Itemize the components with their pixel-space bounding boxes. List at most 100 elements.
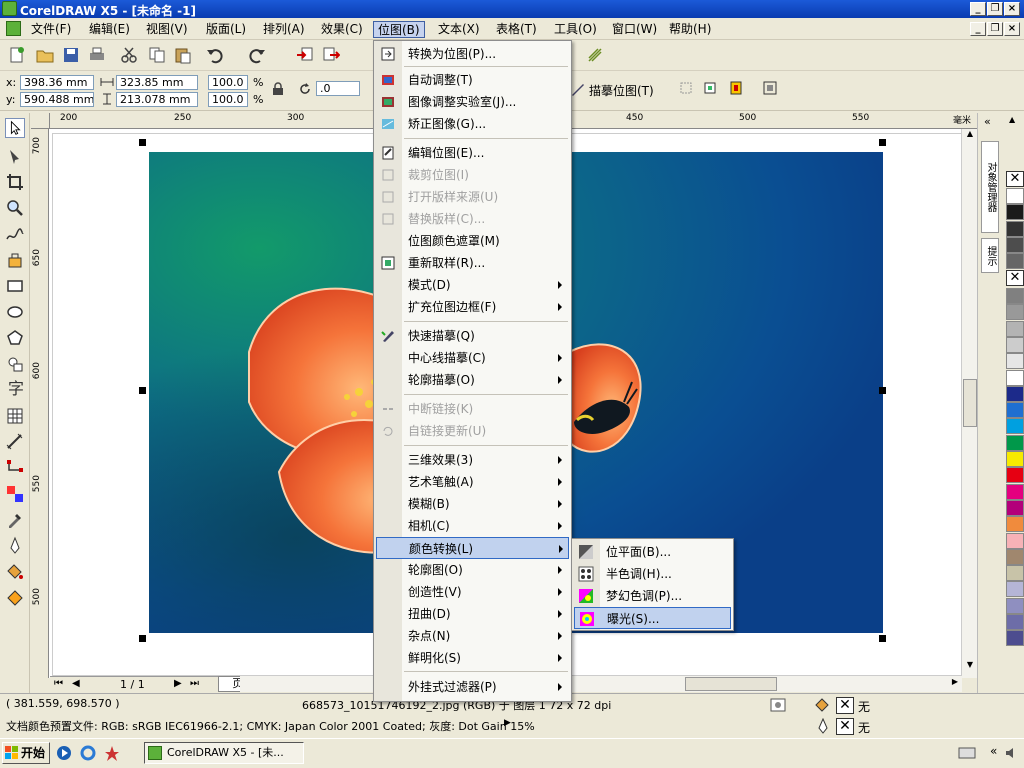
palette-swatch[interactable]	[1006, 614, 1024, 630]
volume-icon[interactable]	[1004, 745, 1020, 761]
zoom-tool-icon[interactable]	[5, 198, 25, 218]
palette-swatch[interactable]	[1006, 220, 1024, 237]
rotation-input[interactable]: .0	[316, 81, 360, 96]
bitmap-menu-item[interactable]: 矫正图像(G)...	[376, 113, 569, 135]
palette-swatch[interactable]	[1006, 320, 1024, 337]
palette-swatch[interactable]	[1006, 204, 1024, 221]
bitmap-menu-item[interactable]: 颜色转换(L)	[376, 537, 569, 559]
shape-tool-icon[interactable]	[5, 146, 25, 166]
color-profile-info[interactable]: 文档颜色预置文件: RGB: sRGB IEC61966-2.1; CMYK: …	[6, 718, 535, 734]
bitmap-menu-item[interactable]: 模糊(B)	[376, 493, 569, 515]
palette-swatch[interactable]	[1006, 581, 1024, 598]
table-tool-icon[interactable]	[5, 406, 25, 426]
quick-launch-app-icon[interactable]	[104, 745, 120, 761]
lock-ratio-icon[interactable]	[272, 82, 284, 96]
palette-swatch[interactable]	[1006, 288, 1024, 304]
bitmap-menu-item[interactable]: 自动调整(T)	[376, 69, 569, 91]
palette-swatch[interactable]	[1006, 418, 1024, 435]
height-input[interactable]: 213.078 mm	[116, 92, 198, 107]
internet-explorer-icon[interactable]	[80, 745, 96, 761]
minimize-button[interactable]: _	[970, 2, 986, 16]
paste-icon[interactable]	[174, 46, 192, 64]
bitmap-menu-item[interactable]: 创造性(V)	[376, 581, 569, 603]
print-icon[interactable]	[88, 46, 106, 64]
bitmap-menu-item[interactable]: 模式(D)	[376, 274, 569, 296]
palette-swatch[interactable]	[1006, 548, 1024, 565]
copy-icon[interactable]	[148, 46, 166, 64]
taskbar-coreldraw-button[interactable]: CorelDRAW X5 - [未...	[144, 742, 304, 764]
horizontal-scroll-thumb[interactable]	[685, 677, 777, 691]
palette-swatch[interactable]	[1006, 467, 1024, 484]
palette-swatch[interactable]	[1006, 353, 1024, 370]
palette-swatch[interactable]	[1006, 630, 1024, 647]
menu-text[interactable]: 文本(X)	[434, 21, 484, 38]
scale-y-input[interactable]: 100.0	[208, 92, 248, 107]
bitmap-menu-item[interactable]: 三维效果(3)	[376, 449, 569, 471]
menu-layout[interactable]: 版面(L)	[202, 21, 250, 38]
resample-icon[interactable]	[702, 80, 718, 96]
export-icon[interactable]	[322, 46, 340, 64]
palette-swatch[interactable]	[1006, 516, 1024, 533]
menu-tools[interactable]: 工具(O)	[550, 21, 601, 38]
doc-close-button[interactable]: ×	[1004, 22, 1020, 36]
text-tool-icon[interactable]: 字	[5, 378, 25, 398]
hints-tab[interactable]: 提示	[981, 238, 999, 273]
interactive-fill-icon[interactable]	[5, 588, 25, 608]
next-page-icon[interactable]: ▶	[174, 678, 182, 689]
bitmap-frame-icon[interactable]	[762, 80, 778, 96]
ellipse-tool-icon[interactable]	[5, 302, 25, 322]
last-page-icon[interactable]: ⏭	[190, 678, 199, 689]
maximize-button[interactable]: ❐	[987, 2, 1003, 16]
palette-swatch[interactable]	[1006, 483, 1024, 500]
docker-collapse-icon[interactable]: «	[984, 115, 991, 128]
scroll-up-arrow-icon[interactable]: ▲	[963, 129, 977, 143]
undo-icon[interactable]	[206, 46, 224, 64]
bitmap-menu-item[interactable]: 轮廓描摹(O)	[376, 369, 569, 391]
color-submenu-item[interactable]: 曝光(S)...	[574, 607, 731, 629]
new-document-icon[interactable]	[8, 46, 26, 64]
bitmap-menu-item[interactable]: 转换为位图(P)...	[376, 43, 569, 65]
save-icon[interactable]	[62, 46, 80, 64]
media-player-icon[interactable]	[56, 745, 72, 761]
palette-swatch[interactable]	[1006, 565, 1024, 582]
no-color-swatch-icon[interactable]: ✕	[1006, 171, 1024, 187]
x-position-input[interactable]: 398.36 mm	[20, 75, 94, 90]
palette-swatch[interactable]	[1006, 532, 1024, 549]
bitmap-menu-item[interactable]: 快速描摹(Q)	[376, 325, 569, 347]
vertical-scrollbar[interactable]: ▲ ▼	[961, 129, 977, 678]
selection-handle[interactable]	[879, 635, 886, 642]
selection-handle[interactable]	[139, 387, 146, 394]
palette-swatch[interactable]	[1006, 188, 1024, 204]
bitmap-menu-item[interactable]: 艺术笔触(A)	[376, 471, 569, 493]
selection-handle[interactable]	[139, 635, 146, 642]
scale-x-input[interactable]: 100.0	[208, 75, 248, 90]
crop-tool-icon[interactable]	[5, 172, 25, 192]
selection-handle[interactable]	[879, 387, 886, 394]
freehand-tool-icon[interactable]	[5, 224, 25, 244]
open-folder-icon[interactable]	[36, 46, 54, 64]
menu-table[interactable]: 表格(T)	[492, 21, 541, 38]
bitmap-menu-item[interactable]: 扩充位图边框(F)	[376, 296, 569, 318]
keyboard-icon[interactable]	[958, 746, 976, 760]
palette-swatch[interactable]	[1006, 434, 1024, 451]
palette-swatch[interactable]	[1006, 402, 1024, 419]
connector-tool-icon[interactable]	[5, 458, 25, 478]
pick-tool-icon[interactable]	[5, 118, 25, 138]
title-bar[interactable]: CorelDRAW X5 - [未命名 -1] _ ❐ ×	[0, 0, 1024, 18]
bitmap-menu-item[interactable]: 鲜明化(S)	[376, 647, 569, 669]
vertical-scroll-thumb[interactable]	[963, 379, 977, 427]
bitmap-menu-item[interactable]: 轮廓图(O)	[376, 559, 569, 581]
cut-icon[interactable]	[120, 46, 138, 64]
vertical-ruler[interactable]: 700 650 600 550 500	[31, 129, 49, 678]
no-color-swatch-2-icon[interactable]: ✕	[1006, 270, 1024, 286]
doc-minimize-button[interactable]: _	[970, 22, 986, 36]
menu-file[interactable]: 文件(F)	[27, 21, 75, 38]
palette-swatch[interactable]	[1006, 597, 1024, 614]
palette-swatch[interactable]	[1006, 499, 1024, 516]
bitmap-menu-item[interactable]: 位图颜色遮罩(M)	[376, 230, 569, 252]
redo-icon[interactable]	[248, 46, 266, 64]
bitmap-menu-item[interactable]: 杂点(N)	[376, 625, 569, 647]
color-submenu-item[interactable]: 半色调(H)...	[574, 563, 731, 585]
first-page-icon[interactable]: ⏮	[54, 678, 63, 689]
horizontal-scrollbar[interactable]: ▶	[240, 676, 962, 692]
